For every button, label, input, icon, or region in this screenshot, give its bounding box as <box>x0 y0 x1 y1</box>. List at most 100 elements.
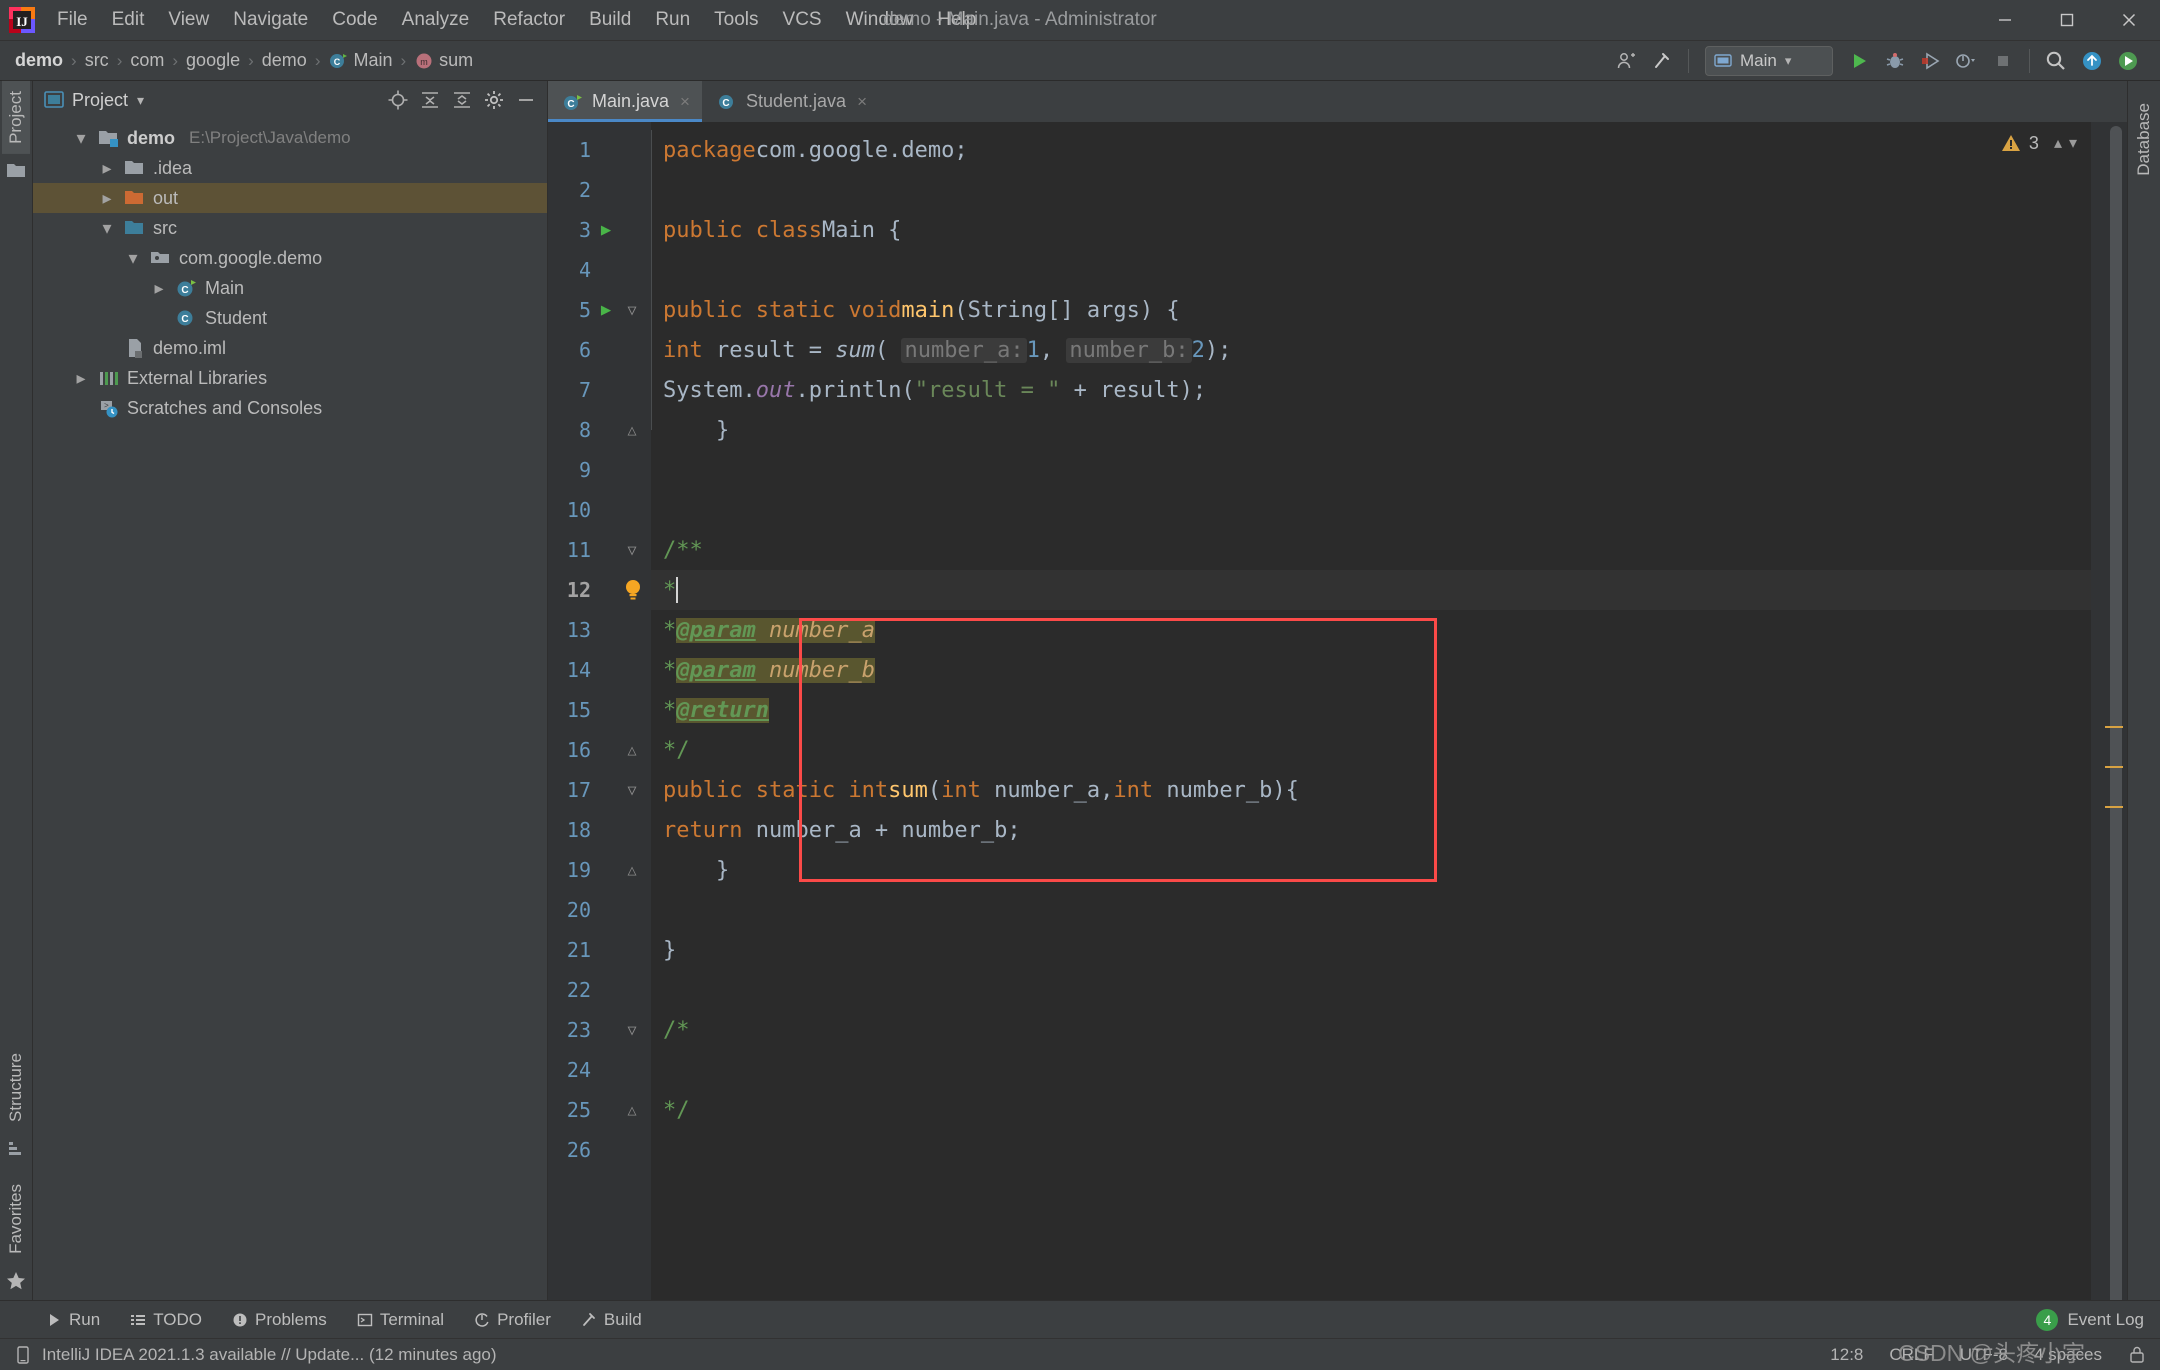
tool-window-run[interactable]: Run <box>42 1307 104 1333</box>
sidebar-item-database[interactable]: Database <box>2130 93 2158 186</box>
breadcrumb-item-demo-pkg[interactable]: demo <box>257 48 312 73</box>
breadcrumb-item-main[interactable]: C Main <box>323 48 397 73</box>
menu-help[interactable]: Help <box>925 5 988 35</box>
intention-bulb-icon[interactable] <box>621 577 645 603</box>
chevron-down-icon[interactable]: ▾ <box>97 218 117 239</box>
tool-window-build[interactable]: Build <box>577 1307 646 1333</box>
editor-gutter[interactable]: 1 2 3▶ 4 5▶▽ 6 7 8△ 9 10 11▽ 12 <box>548 122 651 1300</box>
menu-window[interactable]: Window <box>834 5 926 35</box>
chevron-down-icon[interactable]: ▾ <box>137 92 144 109</box>
breadcrumb-item-src[interactable]: src <box>80 48 114 73</box>
menu-tools[interactable]: Tools <box>702 5 770 35</box>
tool-window-todo[interactable]: TODO <box>126 1307 206 1333</box>
file-encoding[interactable]: UTF-8 <box>1960 1345 2008 1365</box>
menu-file[interactable]: File <box>45 5 100 35</box>
user-icon[interactable] <box>1608 45 1644 77</box>
caret-position[interactable]: 12:8 <box>1830 1345 1863 1365</box>
minimize-button[interactable] <box>1974 0 2036 41</box>
tool-window-profiler[interactable]: Profiler <box>470 1307 555 1333</box>
run-button[interactable] <box>1841 45 1877 77</box>
debug-button[interactable] <box>1877 45 1913 77</box>
line-separator[interactable]: CRLF <box>1889 1345 1933 1365</box>
hide-icon[interactable] <box>511 86 541 114</box>
chevron-right-icon[interactable]: ▸ <box>97 158 117 179</box>
chevron-down-icon[interactable]: ▾ <box>2069 133 2077 153</box>
sidebar-item-favorites[interactable]: Favorites <box>2 1174 30 1264</box>
run-gutter-icon[interactable]: ▶ <box>595 300 617 320</box>
build-hammer-icon[interactable] <box>1644 45 1680 77</box>
chevron-right-icon[interactable]: ▸ <box>71 368 91 389</box>
warning-marker[interactable] <box>2105 806 2123 808</box>
status-message[interactable]: IntelliJ IDEA 2021.1.3 available // Upda… <box>42 1345 497 1365</box>
breadcrumb-item-sum[interactable]: m sum <box>409 48 478 73</box>
menu-vcs[interactable]: VCS <box>771 5 834 35</box>
tree-node-external-libraries[interactable]: ▸ External Libraries <box>33 363 547 393</box>
close-button[interactable] <box>2098 0 2160 41</box>
stop-button[interactable] <box>1985 45 2021 77</box>
breadcrumb-item-com[interactable]: com <box>125 48 169 73</box>
menu-refactor[interactable]: Refactor <box>481 5 577 35</box>
code-editor[interactable]: package com.google.demo; public class Ma… <box>651 122 2091 1300</box>
run-gutter-icon[interactable]: ▶ <box>595 220 617 240</box>
chevron-up-icon[interactable]: ▴ <box>2054 133 2062 153</box>
warning-marker[interactable] <box>2105 766 2123 768</box>
lock-icon[interactable] <box>2128 1345 2146 1365</box>
fold-end-icon[interactable]: △ <box>617 861 647 879</box>
menu-code[interactable]: Code <box>320 5 389 35</box>
run-coverage-button[interactable] <box>1913 45 1949 77</box>
search-icon[interactable] <box>2038 45 2074 77</box>
tree-node-main[interactable]: ▸ C Main <box>33 273 547 303</box>
sidebar-item-structure[interactable]: Structure <box>2 1043 30 1132</box>
fold-end-icon[interactable]: △ <box>617 1101 647 1119</box>
fold-collapse-icon[interactable]: ▽ <box>617 301 647 319</box>
tool-window-terminal[interactable]: Terminal <box>353 1307 448 1333</box>
fold-collapse-icon[interactable]: ▽ <box>617 541 647 559</box>
chevron-right-icon[interactable]: ▸ <box>97 188 117 209</box>
collapse-all-icon[interactable] <box>415 86 445 114</box>
breadcrumb-item-demo[interactable]: demo <box>10 48 68 73</box>
close-icon[interactable]: × <box>857 92 867 112</box>
locate-icon[interactable] <box>383 86 413 114</box>
chevron-right-icon[interactable]: ▸ <box>149 278 169 299</box>
chevron-down-icon[interactable]: ▾ <box>71 128 91 149</box>
menu-navigate[interactable]: Navigate <box>221 5 320 35</box>
tree-node-src[interactable]: ▾ src <box>33 213 547 243</box>
tree-node-idea[interactable]: ▸ .idea <box>33 153 547 183</box>
fold-collapse-icon[interactable]: ▽ <box>617 1021 647 1039</box>
menu-edit[interactable]: Edit <box>100 5 157 35</box>
tree-node-package[interactable]: ▾ com.google.demo <box>33 243 547 273</box>
tree-node-student[interactable]: C Student <box>33 303 547 333</box>
warning-marker[interactable] <box>2105 726 2123 728</box>
code-line-17: public static int sum(int number_a,int n… <box>651 770 2091 810</box>
tree-node-demo[interactable]: ▾ demo E:\Project\Java\demo <box>33 123 547 153</box>
editor-scrollbar-thumb[interactable] <box>2110 126 2122 1300</box>
menu-run[interactable]: Run <box>643 5 702 35</box>
settings-gear-icon[interactable] <box>479 86 509 114</box>
menu-analyze[interactable]: Analyze <box>390 5 482 35</box>
sidebar-item-project[interactable]: Project <box>2 81 30 154</box>
profile-dropdown-button[interactable] <box>1949 45 1985 77</box>
fold-collapse-icon[interactable]: ▽ <box>617 781 647 799</box>
expand-all-icon[interactable] <box>447 86 477 114</box>
tab-main-java[interactable]: C Main.java × <box>548 81 702 122</box>
editor-marker-bar[interactable] <box>2091 122 2127 1300</box>
maximize-button[interactable] <box>2036 0 2098 41</box>
tab-student-java[interactable]: C Student.java × <box>702 81 879 122</box>
run-configuration-selector[interactable]: Main ▾ <box>1705 46 1833 76</box>
tool-window-problems[interactable]: Problems <box>228 1307 331 1333</box>
plugin-icon[interactable] <box>2110 45 2146 77</box>
tree-node-demo-iml[interactable]: demo.iml <box>33 333 547 363</box>
indent-setting[interactable]: 4 spaces <box>2034 1345 2102 1365</box>
fold-end-icon[interactable]: △ <box>617 421 647 439</box>
close-icon[interactable]: × <box>680 92 690 112</box>
inspection-widget[interactable]: 3 ▴ ▾ <box>2000 132 2077 154</box>
fold-end-icon[interactable]: △ <box>617 741 647 759</box>
menu-build[interactable]: Build <box>577 5 643 35</box>
tree-node-scratches[interactable]: > Scratches and Consoles <box>33 393 547 423</box>
update-icon[interactable] <box>2074 45 2110 77</box>
menu-view[interactable]: View <box>156 5 221 35</box>
chevron-down-icon[interactable]: ▾ <box>123 248 143 269</box>
breadcrumb-item-google[interactable]: google <box>181 48 245 73</box>
tree-node-out[interactable]: ▸ out <box>33 183 547 213</box>
event-log-label[interactable]: Event Log <box>2067 1310 2144 1330</box>
